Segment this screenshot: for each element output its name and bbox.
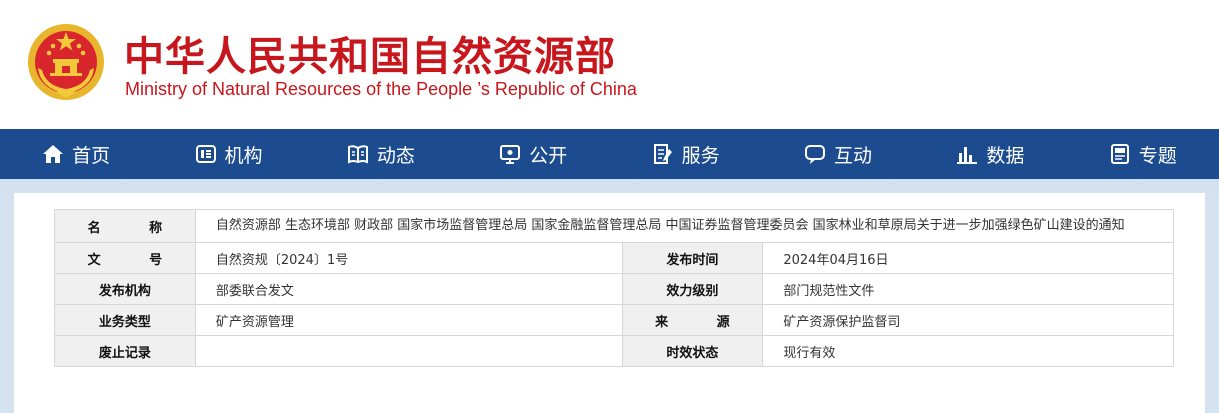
organization-icon: [195, 143, 217, 165]
document-info-table: 名 称 自然资源部 生态环境部 财政部 国家市场监督管理总局 国家金融监督管理总…: [54, 209, 1175, 367]
publish-date-value: 2024年04月16日: [762, 242, 1174, 274]
service-icon: [652, 143, 674, 165]
news-icon: [347, 143, 369, 165]
nav-item-label: 首页: [72, 144, 111, 167]
nav-item-interaction[interactable]: 互动: [762, 129, 914, 179]
nav-item-label: 机构: [224, 144, 263, 167]
nav-item-disclosure[interactable]: 公开: [457, 129, 609, 179]
table-row: 业务类型 矿产资源管理 来 源 矿产资源保护监督司: [54, 304, 1174, 336]
document-info-panel: 名 称 自然资源部 生态环境部 财政部 国家市场监督管理总局 国家金融监督管理总…: [14, 193, 1205, 413]
nav-item-news[interactable]: 动态: [305, 129, 457, 179]
nav-item-service[interactable]: 服务: [610, 129, 762, 179]
nav-item-home[interactable]: 首页: [0, 129, 152, 179]
business-type-value: 矿产资源管理: [194, 304, 623, 336]
docno-label-cell: 文 号: [54, 242, 196, 274]
document-number-value: 自然资规〔2024〕1号: [194, 242, 623, 274]
site-title-english[interactable]: Ministry of Natural Resources of the Peo…: [125, 79, 637, 100]
name-label-cell: 名 称: [54, 209, 196, 243]
source-label: 来 源: [655, 314, 752, 330]
validity-level-value: 部门规范性文件: [762, 273, 1174, 305]
document-title-value: 自然资源部 生态环境部 财政部 国家市场监督管理总局 国家金融监督管理总局 中国…: [194, 209, 1175, 243]
home-icon: [42, 143, 64, 165]
content-area: 名 称 自然资源部 生态环境部 财政部 国家市场监督管理总局 国家金融监督管理总…: [0, 179, 1219, 413]
abolish-record-value: [194, 335, 623, 367]
site-header: 中华人民共和国自然资源部 Ministry of Natural Resourc…: [0, 0, 1219, 129]
nav-item-label: 数据: [986, 144, 1025, 167]
page: 中华人民共和国自然资源部 Ministry of Natural Resourc…: [0, 0, 1219, 413]
topic-icon: [1109, 143, 1131, 165]
nav-item-label: 互动: [834, 144, 873, 167]
source-label-cell: 来 源: [621, 304, 764, 336]
table-row: 名 称 自然资源部 生态环境部 财政部 国家市场监督管理总局 国家金融监督管理总…: [54, 209, 1175, 243]
publish-date-label: 发布时间: [621, 242, 764, 274]
validity-level-label: 效力级别: [621, 273, 764, 305]
status-value: 现行有效: [762, 335, 1174, 367]
name-label: 名 称: [87, 220, 185, 236]
nav-item-organization[interactable]: 机构: [152, 129, 304, 179]
nav-item-label: 专题: [1138, 144, 1177, 167]
disclosure-icon: [499, 143, 521, 165]
source-value: 矿产资源保护监督司: [762, 304, 1174, 336]
issuer-value: 部委联合发文: [194, 273, 623, 305]
abolish-record-label: 废止记录: [54, 335, 196, 367]
table-row: 文 号 自然资规〔2024〕1号 发布时间 2024年04月16日: [54, 242, 1174, 274]
nav-item-label: 公开: [529, 144, 568, 167]
site-title-chinese[interactable]: 中华人民共和国自然资源部: [124, 24, 616, 82]
issuer-label: 发布机构: [54, 273, 196, 305]
business-type-label: 业务类型: [54, 304, 196, 336]
interaction-icon: [804, 143, 826, 165]
main-nav-bar: 首页 机构 动态 公开 服务 互动 数据 专题: [0, 129, 1219, 179]
nav-item-topic[interactable]: 专题: [1067, 129, 1219, 179]
table-row: 废止记录 时效状态 现行有效: [54, 335, 1174, 367]
data-chart-icon: [956, 143, 978, 165]
nav-item-label: 动态: [376, 144, 415, 167]
status-label: 时效状态: [621, 335, 764, 367]
national-emblem-icon[interactable]: [26, 22, 106, 102]
nav-item-label: 服务: [681, 144, 720, 167]
table-row: 发布机构 部委联合发文 效力级别 部门规范性文件: [54, 273, 1174, 305]
nav-item-data[interactable]: 数据: [914, 129, 1066, 179]
docno-label: 文 号: [87, 252, 185, 268]
